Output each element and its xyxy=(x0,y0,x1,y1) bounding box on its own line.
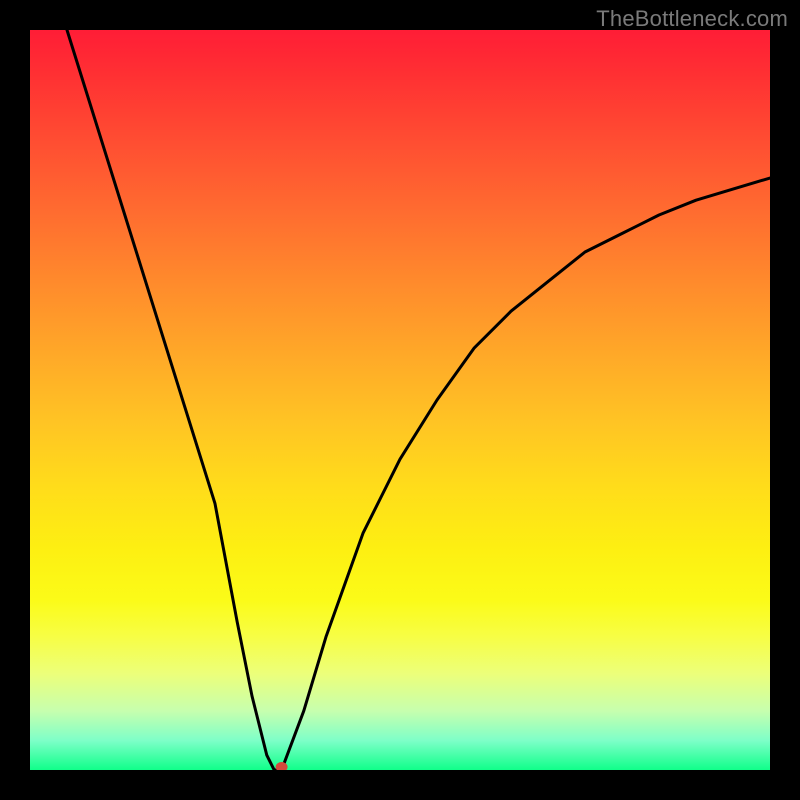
bottleneck-curve-svg xyxy=(30,30,770,770)
chart-frame: TheBottleneck.com xyxy=(0,0,800,800)
bottleneck-curve-line xyxy=(67,30,770,770)
plot-area xyxy=(30,30,770,770)
minimum-marker-icon xyxy=(276,762,288,770)
watermark-text: TheBottleneck.com xyxy=(596,6,788,32)
